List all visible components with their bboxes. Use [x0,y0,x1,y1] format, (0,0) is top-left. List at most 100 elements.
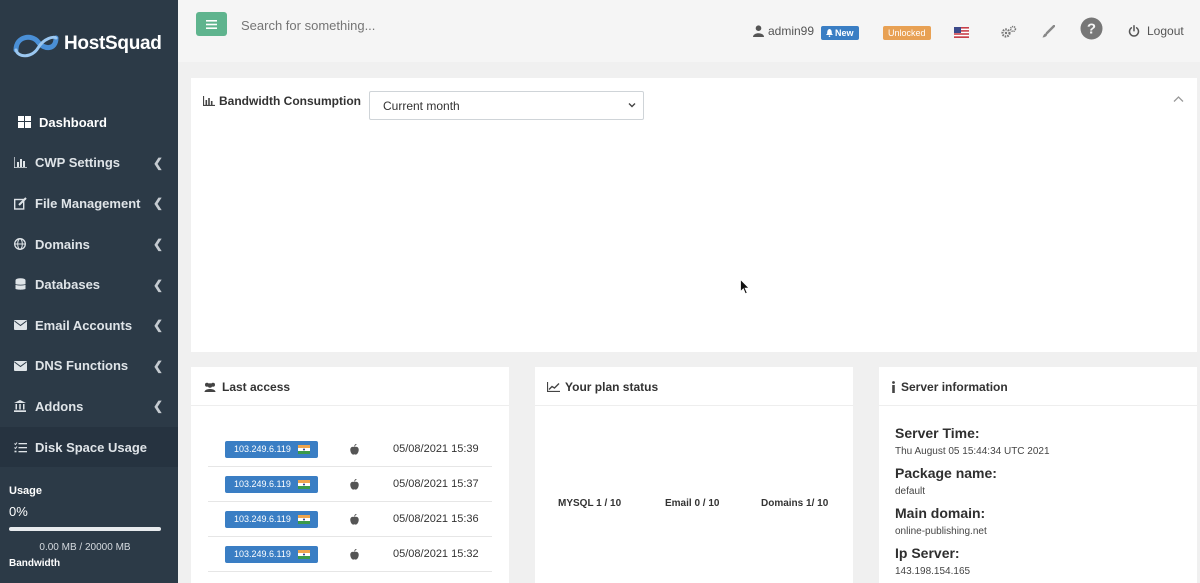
logout-button[interactable]: Logout [1128,24,1184,38]
tasks-icon [12,440,28,454]
plan-status-panel: Your plan status MYSQL 1 / 10 Email 0 / … [535,367,853,583]
bandwidth-title: Bandwidth Consumption [219,94,361,108]
ip-badge: 103.249.6.119 [225,510,318,528]
area-chart-icon [203,96,215,106]
access-time: 05/08/2021 15:37 [393,478,479,490]
sidebar-item-label: Email Accounts [35,317,133,333]
access-time: 05/08/2021 15:32 [393,548,479,560]
users-icon [204,382,216,392]
chevron-left-icon: ❮ [152,358,163,373]
user-menu[interactable]: admin99 [753,24,814,38]
sidebar-item-cwp-settings[interactable]: CWP Settings ❮ [0,143,178,184]
brand[interactable]: HostSquad [0,0,178,88]
apple-icon [350,513,359,525]
sidebar-menu: Dashboard CWP Settings ❮ File Management… [0,102,178,468]
sidebar-item-domains[interactable]: Domains ❮ [0,224,178,265]
chevron-up-icon[interactable] [1173,95,1184,103]
access-time: 05/08/2021 15:36 [393,513,479,525]
india-flag-icon [298,549,310,559]
svg-text:?: ? [1087,21,1096,38]
sidebar-item-disk-space-usage[interactable]: Disk Space Usage [0,426,178,468]
sidebar-item-label: Addons [35,398,84,414]
ip-server-value: 143.198.154.165 [895,566,971,577]
apple-icon [350,548,359,560]
sidebar-toggle-button[interactable] [196,12,227,36]
info-icon [892,381,895,393]
mysql-stat: MYSQL 1 / 10 [558,498,622,509]
sidebar-item-dashboard[interactable]: Dashboard [0,102,178,143]
access-time: 05/08/2021 15:39 [393,443,479,455]
sidebar-item-label: File Management [35,195,141,211]
package-value: default [895,486,926,497]
database-icon [12,278,28,292]
usage-amount: 0.00 MB / 20000 MB [39,542,131,553]
india-flag-icon [298,514,310,524]
power-icon [1128,25,1140,37]
brand-name: HostSquad [64,33,162,54]
us-flag-icon[interactable] [954,27,969,38]
unlocked-badge: Unlocked [883,26,931,40]
plan-status-title: Your plan status [565,380,659,394]
last-access-header: Last access [191,367,509,407]
search-input[interactable] [241,16,541,34]
sidebar-item-dns-functions[interactable]: DNS Functions ❮ [0,346,178,387]
usage-panel: Usage 0% 0.00 MB / 20000 MB Bandwidth [0,480,178,569]
sidebar-item-label: DNS Functions [35,358,129,374]
usage-progress-bar [9,527,161,531]
logout-label: Logout [1147,24,1184,38]
server-info-list: Server Time: Thu August 05 15:44:34 UTC … [895,425,1050,583]
brush-icon[interactable] [1042,25,1055,38]
chevron-left-icon: ❮ [152,237,163,252]
india-flag-icon [298,444,310,454]
help-icon[interactable]: ? [1080,17,1103,40]
chevron-left-icon: ❮ [152,196,163,211]
hamburger-icon [206,19,217,29]
bandwidth-header: Bandwidth Consumption [203,94,361,108]
usage-title: Usage [9,485,43,497]
bandwidth-label: Bandwidth [9,558,61,569]
top-header: admin99 New Unlocked ? Logout [178,0,1200,62]
server-time-label: Server Time: [895,425,980,441]
bell-icon [826,29,833,37]
server-info-panel: Server information Server Time: Thu Augu… [879,367,1197,583]
main-domain-value: online-publishing.net [895,526,987,537]
package-label: Package name: [895,465,997,481]
email-stat: Email 0 / 10 [665,498,720,509]
access-row: 103.249.6.119 05/08/2021 15:36 [208,502,492,537]
sidebar-item-label: Databases [35,277,101,293]
envelope-icon [12,359,28,373]
access-row: 103.249.6.119 05/08/2021 15:37 [208,467,492,502]
last-access-title: Last access [222,380,291,394]
plan-status-header: Your plan status [535,367,853,407]
apple-icon [350,443,359,455]
cogs-icon[interactable] [1001,25,1017,39]
envelope-icon [12,318,28,332]
ip-address: 103.249.6.119 [234,549,291,559]
notifications-badge[interactable]: New [821,26,859,40]
ip-badge: 103.249.6.119 [225,475,318,493]
domains-stat: Domains 1/ 10 [761,498,829,509]
divider [879,405,1197,406]
server-info-title: Server information [901,380,1008,394]
period-select[interactable]: Current month [369,91,644,120]
period-select-value: Current month [383,98,460,113]
divider [191,405,509,406]
access-row: 103.249.6.119 05/08/2021 15:32 [208,537,492,572]
sidebar-item-file-management[interactable]: File Management ❮ [0,183,178,224]
chevron-left-icon: ❮ [152,399,163,414]
last-access-panel: Last access 103.249.6.119 05/08/2021 15:… [191,367,509,583]
sidebar-item-label: Disk Space Usage [35,439,148,455]
sidebar-item-databases[interactable]: Databases ❮ [0,264,178,305]
sidebar-item-email-accounts[interactable]: Email Accounts ❮ [0,305,178,346]
usage-percent: 0% [9,504,28,519]
globe-icon [12,237,28,251]
sidebar-item-label: Domains [35,236,90,252]
username: admin99 [768,24,815,38]
sidebar-item-addons[interactable]: Addons ❮ [0,386,178,427]
ip-address: 103.249.6.119 [234,479,291,489]
sidebar-item-label: Dashboard [39,114,107,130]
user-icon [753,25,764,37]
ip-badge: 103.249.6.119 [225,545,318,563]
apple-icon [350,478,359,490]
chevron-down-icon [628,103,636,108]
